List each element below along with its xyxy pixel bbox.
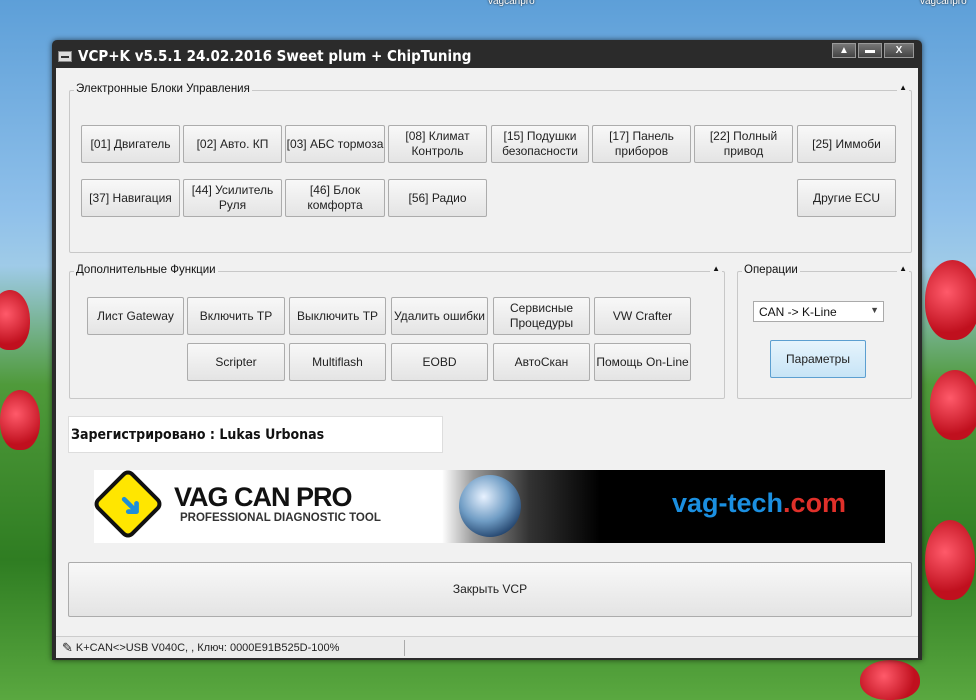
flower: [0, 390, 40, 450]
flower: [0, 290, 30, 350]
close-vcp-button[interactable]: Закрыть VCP: [68, 562, 912, 617]
title-bar[interactable]: VCP+K v5.5.1 24.02.2016 Sweet plum + Chi…: [58, 43, 471, 69]
banner-site-tld: .com: [783, 488, 847, 518]
operations-group-label: Операции: [742, 264, 800, 276]
vag-can-pro-banner: ➜ VAG CAN PRO PROFESSIONAL DIAGNOSTIC TO…: [94, 470, 885, 543]
ecu-25-button[interactable]: [25] Иммоби: [797, 125, 896, 163]
banner-subtitle: PROFESSIONAL DIAGNOSTIC TOOL: [180, 512, 381, 524]
flower: [925, 520, 975, 600]
desktop-icon-label[interactable]: vagcanpro: [488, 0, 535, 7]
enable-tp-button[interactable]: Включить TP: [187, 297, 285, 335]
flower: [930, 370, 976, 440]
banner-site-main: vag-tech: [672, 488, 784, 518]
clear-errors-button[interactable]: Удалить ошибки: [391, 297, 488, 335]
status-bar: ✎ K+CAN<>USB V040C, , Ключ: 0000E91B525D…: [56, 636, 918, 658]
collapse-icon[interactable]: ▲: [897, 264, 909, 273]
ecu-02-button[interactable]: [02] Авто. КП: [183, 125, 282, 163]
collapse-icon[interactable]: ▲: [710, 264, 722, 273]
window-title: VCP+K v5.5.1 24.02.2016 Sweet plum + Chi…: [78, 47, 472, 65]
status-separator: [404, 640, 405, 656]
ecu-01-button[interactable]: [01] Двигатель: [81, 125, 180, 163]
other-ecu-button[interactable]: Другие ECU: [797, 179, 896, 217]
plug-icon: ✎: [62, 639, 73, 655]
minimize-button[interactable]: ▬: [858, 43, 882, 58]
main-window: VCP+K v5.5.1 24.02.2016 Sweet plum + Chi…: [52, 40, 922, 660]
flower: [925, 260, 976, 340]
protocol-select-value: CAN -> K-Line: [759, 304, 837, 319]
ecu-08-button[interactable]: [08] Климат Контроль: [388, 125, 487, 163]
desktop-icon-label[interactable]: vagcanpro: [920, 0, 967, 7]
flower: [860, 660, 920, 700]
client-area: Электронные Блоки Управления ▲ [01] Двиг…: [56, 68, 918, 636]
ecu-22-button[interactable]: [22] Полный привод: [694, 125, 793, 163]
ecu-15-button[interactable]: [15] Подушки безопасности: [491, 125, 589, 163]
close-window-button[interactable]: X: [884, 43, 914, 58]
banner-title: VAG CAN PRO: [174, 482, 353, 512]
eobd-button[interactable]: EOBD: [391, 343, 488, 381]
globe-icon: [459, 475, 521, 537]
parameters-button[interactable]: Параметры: [770, 340, 866, 378]
online-help-button[interactable]: Помощь On-Line: [594, 343, 691, 381]
system-menu-icon[interactable]: [58, 50, 72, 62]
gateway-list-button[interactable]: Лист Gateway: [87, 297, 184, 335]
registration-label: Зарегистрировано : Lukas Urbonas: [68, 416, 443, 453]
ecu-37-button[interactable]: [37] Навигация: [81, 179, 180, 217]
autoscan-button[interactable]: АвтоСкан: [493, 343, 590, 381]
protocol-select[interactable]: CAN -> K-Line ▼: [753, 301, 884, 322]
multiflash-button[interactable]: Multiflash: [289, 343, 386, 381]
vw-crafter-button[interactable]: VW Crafter: [594, 297, 691, 335]
functions-group-label: Дополнительные Функции: [74, 264, 218, 276]
help-button[interactable]: ▲: [832, 43, 856, 58]
disable-tp-button[interactable]: Выключить TP: [289, 297, 386, 335]
ecu-group: Электронные Блоки Управления ▲: [69, 83, 912, 253]
ecu-group-label: Электронные Блоки Управления: [74, 83, 252, 95]
ecu-56-button[interactable]: [56] Радио: [388, 179, 487, 217]
scripter-button[interactable]: Scripter: [187, 343, 285, 381]
banner-site: vag-tech.com: [672, 488, 846, 519]
status-text: K+CAN<>USB V040C, , Ключ: 0000E91B525D-1…: [75, 641, 340, 654]
ecu-17-button[interactable]: [17] Панель приборов: [592, 125, 691, 163]
operations-group: Операции ▲: [737, 264, 912, 399]
ecu-03-button[interactable]: [03] АБС тормоза: [285, 125, 385, 163]
chevron-down-icon[interactable]: ▼: [870, 305, 879, 315]
service-procedures-button[interactable]: Сервисные Процедуры: [493, 297, 590, 335]
collapse-icon[interactable]: ▲: [897, 83, 909, 92]
ecu-46-button[interactable]: [46] Блок комфорта: [285, 179, 385, 217]
ecu-44-button[interactable]: [44] Усилитель Руля: [183, 179, 282, 217]
